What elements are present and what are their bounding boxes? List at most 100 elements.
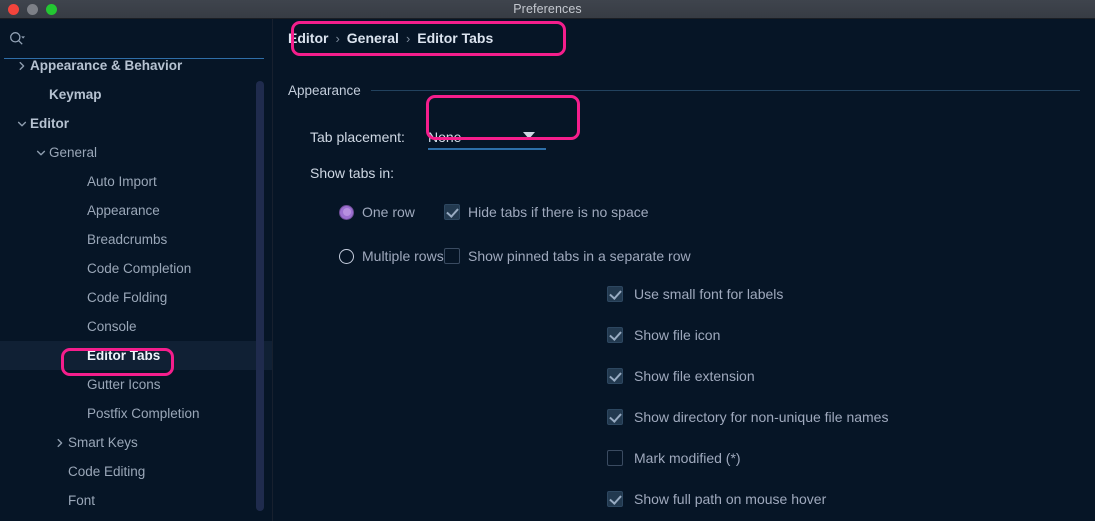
window-body: Appearance & Behavior Keymap Editor General… bbox=[0, 19, 1095, 521]
window-titlebar: Preferences bbox=[0, 0, 1095, 19]
sidebar-item-label: Auto Import bbox=[87, 173, 157, 189]
checkbox-show-file-icon[interactable]: Show file icon bbox=[607, 326, 888, 344]
breadcrumb: Editor › General › Editor Tabs bbox=[288, 30, 493, 46]
sidebar-item-appearance[interactable]: Appearance bbox=[0, 196, 272, 225]
window-title: Preferences bbox=[513, 2, 582, 16]
sidebar-item-keymap[interactable]: Keymap bbox=[0, 80, 272, 109]
section-title: Appearance bbox=[288, 83, 361, 98]
sidebar-item-label: Console bbox=[87, 318, 137, 334]
checkbox-indicator[interactable] bbox=[607, 286, 623, 302]
sidebar-item-general[interactable]: General bbox=[0, 138, 272, 167]
sidebar-item-code-editing[interactable]: Code Editing bbox=[0, 457, 272, 486]
sidebar-scrollbar[interactable] bbox=[256, 63, 264, 515]
minimize-window-button[interactable] bbox=[27, 4, 38, 15]
option-label: One row bbox=[362, 204, 415, 220]
breadcrumb-item-general[interactable]: General bbox=[347, 30, 399, 46]
checkbox-label: Use small font for labels bbox=[634, 286, 784, 302]
checkbox-show-file-extension[interactable]: Show file extension bbox=[607, 367, 888, 385]
checkbox-indicator[interactable] bbox=[607, 409, 623, 425]
sidebar-item-label: Appearance bbox=[87, 202, 160, 218]
sidebar-item-editor[interactable]: Editor bbox=[0, 109, 272, 138]
breadcrumb-separator: › bbox=[405, 30, 411, 46]
show-tabs-in-options: One row Hide tabs if there is no space Mul… bbox=[339, 201, 691, 289]
chevron-down-icon[interactable] bbox=[14, 109, 30, 138]
checkbox-label: Show directory for non-unique file names bbox=[634, 409, 889, 425]
option-label: Show pinned tabs in a separate row bbox=[468, 248, 691, 264]
checkbox-indicator[interactable] bbox=[444, 204, 460, 220]
checkbox-show-pinned-tabs-in-a-separate-row[interactable]: Show pinned tabs in a separate row bbox=[444, 248, 691, 264]
tab-placement-label: Tab placement: bbox=[310, 129, 405, 145]
tab-placement-value: None bbox=[427, 129, 462, 145]
breadcrumb-separator: › bbox=[335, 30, 340, 46]
checkbox-indicator[interactable] bbox=[607, 327, 623, 343]
tab-placement-row: Tab placement: None bbox=[310, 123, 557, 151]
sidebar-item-label: Postfix Completion bbox=[87, 405, 200, 421]
sidebar-item-label: Keymap bbox=[49, 86, 102, 102]
preferences-window: Preferences Appearance & Behavior Keymap E… bbox=[0, 0, 1095, 521]
radio-one-row[interactable]: One row bbox=[339, 204, 444, 220]
chevron-right-icon[interactable] bbox=[14, 51, 30, 80]
radio-indicator[interactable] bbox=[339, 204, 354, 220]
checkbox-mark-modified[interactable]: Mark modified (*) bbox=[607, 449, 888, 467]
checkbox-show-directory-for-non-unique-file-names[interactable]: Show directory for non-unique file names bbox=[607, 408, 888, 426]
sidebar-item-console[interactable]: Console bbox=[0, 312, 272, 341]
zoom-window-button[interactable] bbox=[46, 4, 57, 15]
search-icon bbox=[4, 26, 30, 52]
chevron-right-icon[interactable] bbox=[52, 428, 68, 457]
appearance-section-header: Appearance bbox=[288, 83, 1080, 98]
checkbox-indicator[interactable] bbox=[607, 368, 623, 384]
traffic-lights bbox=[8, 0, 57, 19]
appearance-checkbox-list: Use small font for labels Show file icon S… bbox=[607, 285, 888, 521]
checkbox-indicator[interactable] bbox=[444, 248, 460, 264]
show-tabs-in-label: Show tabs in: bbox=[310, 165, 395, 181]
sidebar-item-postfix-completion[interactable]: Postfix Completion bbox=[0, 399, 272, 428]
checkbox-use-small-font-for-labels[interactable]: Use small font for labels bbox=[607, 285, 888, 303]
sidebar-item-font[interactable]: Font bbox=[0, 486, 272, 515]
close-window-button[interactable] bbox=[8, 4, 19, 15]
sidebar-item-appearance-behavior[interactable]: Appearance & Behavior bbox=[0, 51, 272, 80]
sidebar-item-auto-import[interactable]: Auto Import bbox=[0, 167, 272, 196]
sidebar-item-label: Code Completion bbox=[87, 260, 192, 276]
checkbox-hide-tabs-if-there-is-no-space[interactable]: Hide tabs if there is no space bbox=[444, 204, 649, 220]
checkbox-indicator[interactable] bbox=[607, 450, 623, 466]
sidebar-item-label: Editor bbox=[30, 115, 69, 131]
chevron-down-icon bbox=[522, 132, 535, 139]
option-line: One row Hide tabs if there is no space bbox=[339, 201, 691, 223]
tab-placement-dropdown[interactable]: None bbox=[417, 123, 557, 151]
breadcrumb-item-editor-tabs[interactable]: Editor Tabs bbox=[417, 30, 493, 46]
settings-tree: Appearance & Behavior Keymap Editor General… bbox=[0, 51, 272, 515]
option-label: Multiple rows bbox=[362, 248, 444, 264]
checkbox-label: Show file extension bbox=[634, 368, 755, 384]
sidebar-item-label: Appearance & Behavior bbox=[30, 57, 183, 73]
option-line: Multiple rows Show pinned tabs in a separ… bbox=[339, 245, 691, 267]
sidebar-item-label: General bbox=[49, 144, 98, 160]
sidebar-item-label: Code Folding bbox=[87, 289, 168, 305]
sidebar-item-label: Breadcrumbs bbox=[87, 231, 168, 247]
settings-main-panel: Editor › General › Editor Tabs Appearance Ta… bbox=[273, 19, 1095, 521]
sidebar-item-label: Font bbox=[68, 492, 96, 508]
section-divider bbox=[370, 90, 1080, 91]
checkbox-indicator[interactable] bbox=[607, 491, 623, 507]
sidebar-item-smart-keys[interactable]: Smart Keys bbox=[0, 428, 272, 457]
checkbox-show-full-path-on-mouse-hover[interactable]: Show full path on mouse hover bbox=[607, 490, 888, 508]
sidebar-item-breadcrumbs[interactable]: Breadcrumbs bbox=[0, 225, 272, 254]
checkbox-label: Show full path on mouse hover bbox=[634, 491, 827, 507]
sidebar-item-label: Smart Keys bbox=[68, 434, 138, 450]
radio-multiple-rows[interactable]: Multiple rows bbox=[339, 248, 444, 264]
option-label: Hide tabs if there is no space bbox=[468, 204, 649, 220]
checkbox-label: Mark modified (*) bbox=[634, 450, 741, 466]
sidebar-item-label: Editor Tabs bbox=[87, 347, 161, 363]
chevron-down-icon[interactable] bbox=[33, 138, 49, 167]
search-input[interactable] bbox=[30, 31, 262, 47]
sidebar-item-code-completion[interactable]: Code Completion bbox=[0, 254, 272, 283]
sidebar-item-label: Gutter Icons bbox=[87, 376, 161, 392]
settings-sidebar: Appearance & Behavior Keymap Editor General… bbox=[0, 19, 273, 521]
tab-placement-focus-underline bbox=[427, 148, 546, 150]
checkbox-label: Show file icon bbox=[634, 327, 721, 343]
sidebar-scrollbar-thumb[interactable] bbox=[256, 81, 264, 511]
breadcrumb-item-editor[interactable]: Editor bbox=[288, 30, 328, 46]
radio-indicator[interactable] bbox=[339, 248, 354, 264]
sidebar-item-code-folding[interactable]: Code Folding bbox=[0, 283, 272, 312]
sidebar-item-gutter-icons[interactable]: Gutter Icons bbox=[0, 370, 272, 399]
sidebar-item-editor-tabs[interactable]: Editor Tabs bbox=[0, 341, 272, 370]
